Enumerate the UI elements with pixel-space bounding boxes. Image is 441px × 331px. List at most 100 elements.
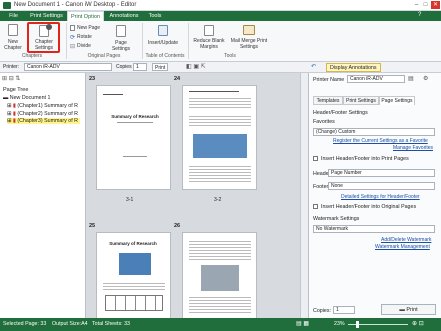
page-thumbnail[interactable]	[182, 232, 257, 322]
favorites-select[interactable]: (Change) Custom	[313, 128, 435, 136]
page-thumbnail[interactable]	[182, 85, 257, 190]
ribbon-divider	[66, 23, 67, 59]
printer-name-select[interactable]: Canon iR-ADV	[347, 75, 405, 83]
new-chapter-button[interactable]: New Chapter	[3, 23, 23, 52]
reduce-blank-margins-button[interactable]: Reduce Blank Margins	[191, 23, 227, 52]
manage-favorites-link[interactable]: Manage Favorites	[393, 145, 433, 151]
chapter-icon: ▮	[12, 103, 16, 109]
printer-properties-icon[interactable]: ▤	[408, 75, 414, 82]
rotate-label: Rotate	[77, 34, 92, 40]
divide-button[interactable]: ⊟ Divide	[70, 42, 91, 50]
group-tools: Tools	[224, 53, 236, 59]
close-button[interactable]: ✕	[431, 1, 440, 9]
tab-print-option[interactable]: Print Option	[67, 11, 104, 21]
tab-print-settings-panel[interactable]: Print Settings	[343, 96, 379, 105]
watermark-management-link[interactable]: Watermark Management	[375, 244, 430, 250]
page-number: 25	[89, 223, 96, 229]
insert-update-label: Insert/Update	[147, 40, 179, 46]
new-chapter-icon	[8, 24, 18, 36]
tab-annotations[interactable]: Annotations	[105, 11, 143, 21]
watermark-title: Watermark Settings	[313, 216, 360, 222]
rotate-button[interactable]: ⟳ Rotate	[70, 33, 92, 41]
tab-print-settings[interactable]: Print Settings	[27, 11, 66, 21]
printer-select[interactable]: Canon iR-ADV	[24, 63, 112, 71]
print-label: Print	[155, 65, 166, 71]
page-thumbnail[interactable]: Summary of Research	[96, 85, 171, 190]
tab-file[interactable]: File	[0, 11, 27, 21]
title-bar: New Document 1 - Canon iW Desktop - Edit…	[0, 0, 441, 11]
watermark-select[interactable]: No Watermark	[313, 225, 435, 233]
header-select[interactable]: Page Number	[328, 169, 435, 177]
view-mode-icons[interactable]: ▤ ▦	[296, 320, 309, 327]
print-button-label: Print	[406, 307, 418, 313]
tree-item-label: (Chapter1) Summary of R	[17, 103, 78, 109]
page-table	[105, 295, 163, 311]
help-icon[interactable]: ?	[418, 12, 426, 20]
mail-merge-label: Mail Merge Print Settings	[230, 38, 268, 50]
add-delete-watermark-link[interactable]: Add/Delete Watermark	[381, 237, 431, 243]
page-thumbnail[interactable]: Summary of Research	[96, 232, 171, 322]
page-text-line	[103, 94, 123, 95]
page-label: 3-2	[214, 197, 222, 203]
insert-update-button[interactable]: Insert/Update	[146, 23, 180, 52]
pane-toolbar-icons[interactable]: ⊞ ⊟ ⇅	[2, 75, 20, 82]
insert-original-label: Insert Header/Footer into Original Pages	[321, 204, 417, 210]
new-page-button[interactable]: New Page	[70, 24, 100, 32]
fit-page-icons[interactable]: ⊕ ⊡	[412, 320, 424, 327]
page-settings-icon	[116, 25, 126, 37]
printer-settings-icon[interactable]: ⚙	[423, 75, 428, 82]
printer-icon: ▬	[399, 307, 405, 313]
mail-merge-button[interactable]: Mail Merge Print Settings	[229, 23, 269, 52]
page-image	[201, 265, 239, 291]
tree-item-chapter1[interactable]: ⊞ ▮ (Chapter1) Summary of R	[7, 103, 78, 109]
register-favorite-link[interactable]: Register the Current Settings as a Favor…	[333, 138, 428, 144]
chapter-settings-button[interactable]: Chapter Settings	[27, 22, 60, 53]
print-button[interactable]: ▬ Print	[381, 304, 436, 315]
copies-input[interactable]: 1	[133, 63, 147, 71]
toolbar-icons[interactable]: ◧ ▣ ⇱	[186, 63, 206, 70]
zoom-slider-thumb[interactable]	[356, 321, 359, 328]
minimize-button[interactable]: –	[412, 1, 421, 9]
footer-select[interactable]: None	[328, 182, 435, 190]
maximize-button[interactable]: □	[421, 1, 430, 9]
page-settings-button[interactable]: Page Settings	[106, 23, 136, 52]
page-text-block	[189, 239, 251, 261]
undo-icon[interactable]: ↶	[311, 63, 316, 70]
vertical-scrollbar[interactable]	[300, 73, 308, 318]
chapter-icon: ▮	[12, 118, 16, 124]
tree-item-document[interactable]: ▬ New Document 1	[3, 95, 50, 101]
status-selected-page: Selected Page: 33	[3, 321, 47, 327]
insert-hf-checkbox[interactable]	[313, 156, 318, 161]
display-annotations-button[interactable]: Display Annotations	[326, 63, 381, 72]
page-text-block	[189, 96, 251, 110]
app-icon	[3, 2, 11, 9]
group-chapters: Chapters	[21, 53, 43, 59]
insert-original-checkbox[interactable]	[313, 204, 318, 209]
page-view-pane: 23 Summary of Research 3-1 24 3-2 25 Sum…	[86, 73, 308, 322]
divide-icon: ⊟	[70, 43, 76, 50]
group-table-of-contents: Table of Contents	[145, 53, 185, 59]
printer-label: Printer:	[3, 64, 20, 70]
header-footer-title: Header/Footer Settings	[313, 110, 368, 116]
settings-pane: Printer Name Canon iR-ADV ▤ ⚙ Templates …	[308, 73, 441, 318]
page-heading: Summary of Research	[109, 241, 157, 246]
tree-item-label: (Chapter3) Summary of R	[17, 118, 78, 124]
tab-templates[interactable]: Templates	[313, 96, 343, 105]
tree-item-chapter3[interactable]: ⊞ ▮ (Chapter3) Summary of R	[7, 118, 80, 124]
window-title: New Document 1 - Canon iW Desktop - Edit…	[14, 2, 137, 8]
ribbon-tab-bar: File Print Settings Print Option Annotat…	[0, 11, 441, 21]
display-annotations-label: Display Annotations	[330, 65, 377, 71]
tab-page-settings[interactable]: Page Settings	[379, 96, 415, 105]
page-text-block	[189, 164, 251, 182]
divide-label: Divide	[77, 43, 91, 49]
gear-icon	[46, 24, 52, 30]
print-toolbar: Printer: Canon iR-ADV Copies 1 Print ◧ ▣…	[0, 62, 441, 73]
tree-item-chapter2[interactable]: ⊞ ▮ (Chapter2) Summary of R	[7, 111, 78, 117]
page-tree-title: Page Tree	[3, 87, 29, 93]
copies-panel-input[interactable]: 1	[333, 306, 355, 314]
copies-label: Copies	[116, 64, 132, 70]
mail-merge-icon	[243, 25, 255, 35]
tab-tools[interactable]: Tools	[143, 11, 167, 21]
detailed-hf-link[interactable]: Detailed Settings for Header/Footer	[341, 194, 420, 200]
print-toolbar-button[interactable]: Print	[152, 63, 169, 71]
